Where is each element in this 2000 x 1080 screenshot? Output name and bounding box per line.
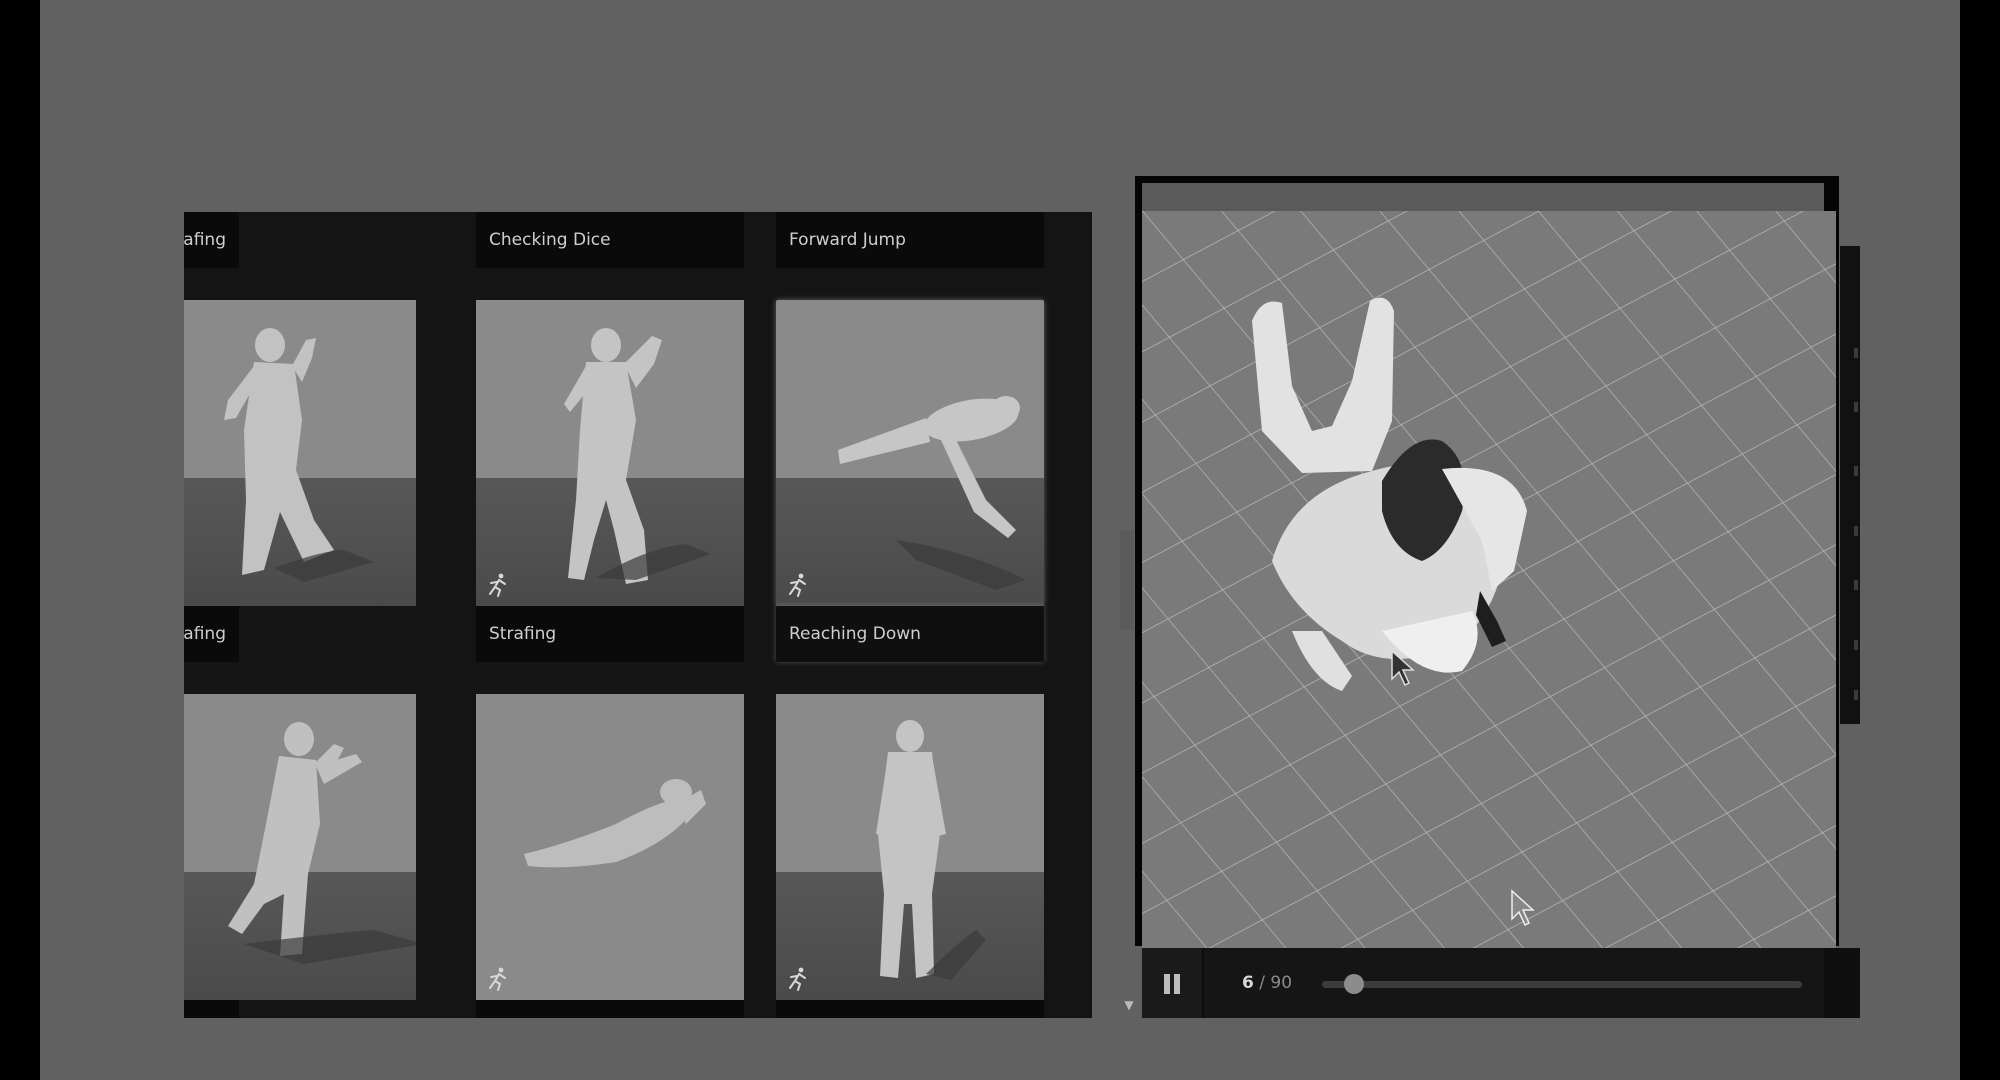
3d-viewport[interactable] [1142, 211, 1836, 948]
animation-title: Strafing [184, 624, 226, 644]
total-frames: 90 [1270, 973, 1293, 993]
viewport-scene [1142, 211, 1836, 948]
timeline-slider[interactable] [1322, 974, 1802, 994]
app-stage: Strafing Checking Dice Forward Jump [40, 0, 1960, 1080]
running-person-icon [789, 967, 806, 991]
viewer-header [1142, 183, 1824, 211]
animation-card-label[interactable]: Strafing [184, 212, 239, 268]
animation-grid-panel: Strafing Checking Dice Forward Jump [184, 212, 1092, 1018]
chevron-down-icon[interactable]: ▼ [1120, 996, 1138, 1014]
pause-button[interactable] [1142, 948, 1204, 1018]
character-pose-preview [228, 722, 416, 964]
running-person-icon [489, 573, 506, 597]
properties-panel-edge [1840, 246, 1860, 724]
animation-card-label-selected[interactable]: Reaching Down [776, 606, 1044, 662]
playback-bar: 6 / 90 [1142, 948, 1860, 1018]
running-person-icon [789, 573, 806, 597]
character-pose-preview [224, 328, 374, 582]
animation-card-thumbnail[interactable] [184, 694, 416, 1000]
frame-counter: 6 / 90 [1242, 948, 1292, 1018]
animation-title: Strafing [489, 624, 557, 644]
frame-separator: / [1259, 973, 1265, 993]
animation-card-thumbnail-selected[interactable] [776, 300, 1044, 606]
animation-card-label[interactable]: Forward Jump [776, 212, 1044, 268]
animation-card-label[interactable] [184, 1000, 239, 1018]
running-person-icon [489, 967, 506, 991]
animation-title: Checking Dice [489, 230, 611, 250]
animation-card-thumbnail[interactable] [476, 694, 744, 1000]
animation-title: Forward Jump [789, 230, 906, 250]
character-pose-preview [838, 396, 1026, 590]
animation-card-label[interactable] [476, 1000, 744, 1018]
timeline-slider-thumb[interactable] [1344, 974, 1365, 994]
character-pose-preview [876, 720, 986, 980]
animation-card-thumbnail[interactable] [776, 694, 1044, 1000]
animation-card-thumbnail[interactable] [476, 300, 744, 606]
playbar-end-cap [1824, 948, 1860, 1018]
grid-scrollbar-thumb[interactable] [1120, 530, 1134, 630]
animation-title: Strafing [184, 230, 226, 250]
animation-card-label[interactable]: Strafing [476, 606, 744, 662]
character-pose-preview [524, 779, 706, 868]
current-frame: 6 [1242, 973, 1254, 993]
animation-card-label[interactable] [776, 1000, 1044, 1018]
character-pose-preview [564, 328, 711, 584]
animation-card-label[interactable]: Checking Dice [476, 212, 744, 268]
animation-title: Reaching Down [789, 624, 921, 644]
animation-card-thumbnail[interactable] [184, 300, 416, 606]
animation-card-label[interactable]: Strafing [184, 606, 239, 662]
